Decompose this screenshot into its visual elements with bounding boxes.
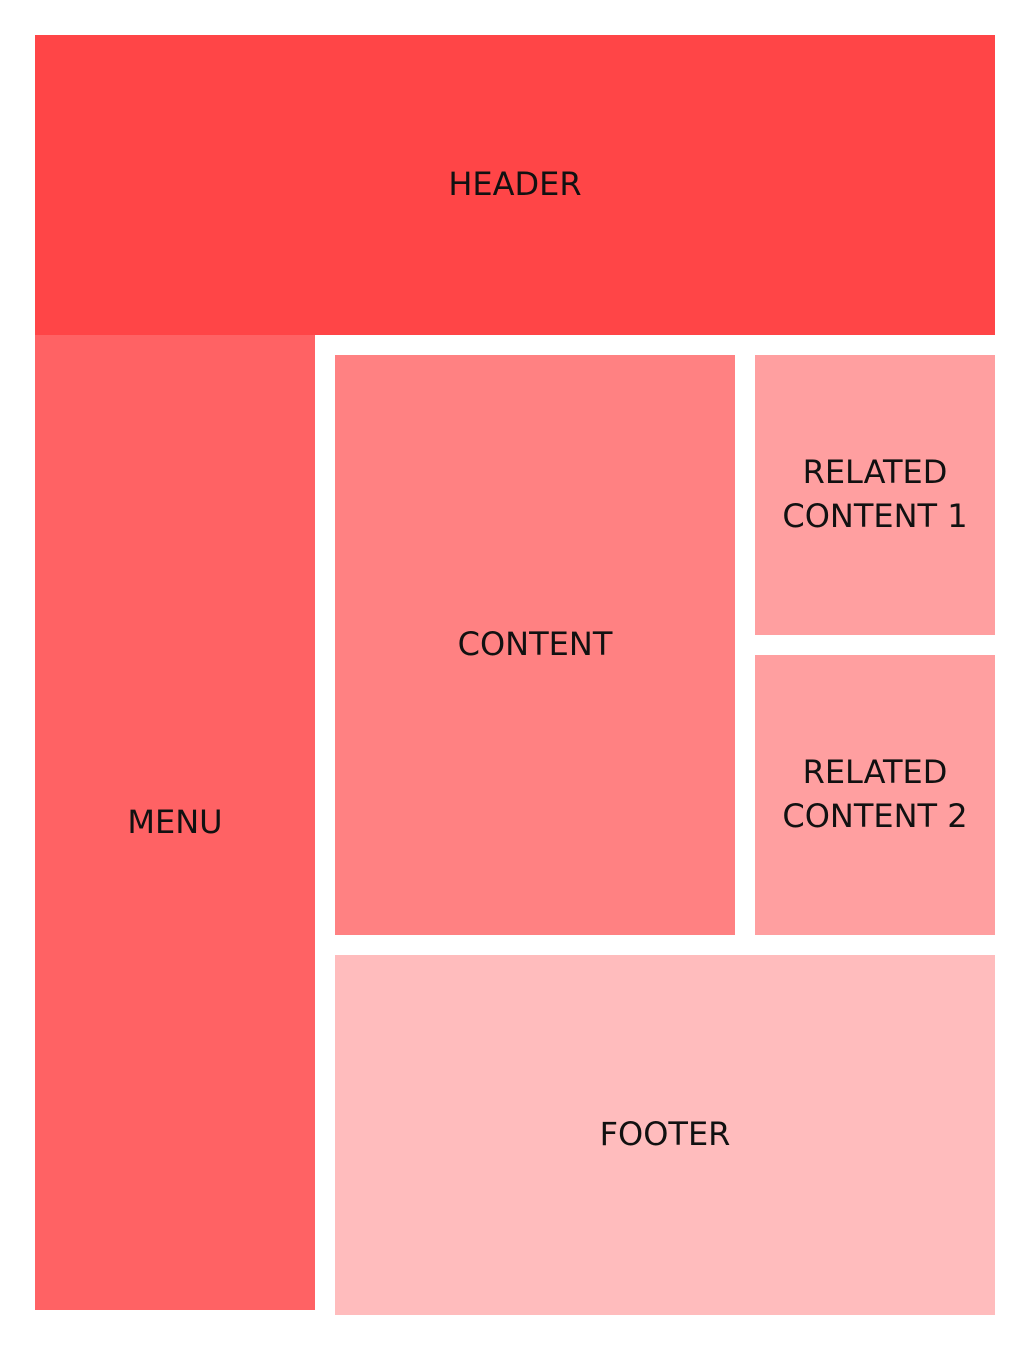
related-content-1-line2: CONTENT 1 — [782, 497, 968, 535]
menu-block: MENU — [35, 335, 315, 1310]
footer-label: FOOTER — [599, 1115, 731, 1154]
related-content-2-text: RELATED CONTENT 2 — [782, 751, 967, 838]
footer-block: FOOTER — [335, 955, 995, 1315]
menu-label: MENU — [127, 802, 223, 841]
related-content-2-block: RELATED CONTENT 2 — [755, 655, 995, 935]
related-content-2-line1: RELATED — [802, 753, 948, 792]
header-label: HEADER — [448, 165, 582, 204]
related-content-1-block: RELATED CONTENT 1 — [755, 355, 995, 635]
content-block: CONTENT — [335, 355, 735, 935]
related-content-2-line2: CONTENT 2 — [782, 797, 968, 835]
header-block: HEADER — [35, 35, 995, 335]
content-label: CONTENT — [457, 625, 613, 664]
related-content-1-line1: RELATED — [802, 453, 948, 492]
layout-diagram: HEADER MENU CONTENT RELATED CONTENT 1 RE… — [0, 0, 1030, 1350]
related-content-1-text: RELATED CONTENT 1 — [782, 451, 967, 538]
